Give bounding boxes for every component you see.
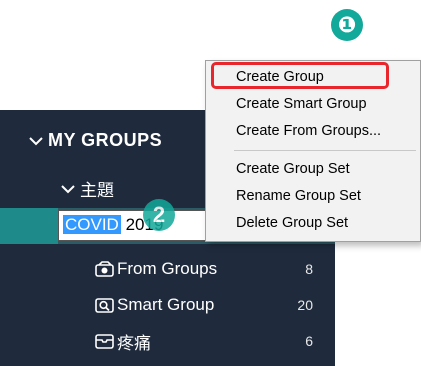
menu-item-delete-group-set[interactable]: Delete Group Set bbox=[206, 212, 420, 234]
group-count: 20 bbox=[297, 297, 313, 313]
rename-input[interactable]: COVID 2019 bbox=[58, 210, 210, 241]
rename-selected-text: COVID bbox=[63, 215, 121, 234]
chevron-down-icon[interactable] bbox=[28, 133, 44, 149]
step-badge-1: ❶ bbox=[331, 9, 363, 41]
group-count: 6 bbox=[305, 333, 313, 349]
menu-separator bbox=[234, 150, 416, 151]
step-badge-2: 2 bbox=[143, 199, 175, 231]
smart-group-icon bbox=[95, 296, 115, 314]
selection-accent bbox=[0, 208, 58, 244]
from-groups-icon bbox=[95, 260, 115, 278]
menu-item-create-group-set[interactable]: Create Group Set bbox=[206, 158, 420, 180]
chevron-down-icon[interactable] bbox=[60, 181, 76, 197]
sidebar-item-from-groups[interactable]: From Groups 8 bbox=[95, 254, 325, 284]
group-label: 疼痛 bbox=[117, 333, 151, 353]
group-label: Smart Group bbox=[117, 295, 215, 314]
section-title: MY GROUPS bbox=[48, 130, 163, 150]
menu-item-create-smart-group[interactable]: Create Smart Group bbox=[206, 93, 420, 115]
group-label: From Groups bbox=[117, 259, 218, 278]
group-set-folder[interactable]: 主題 bbox=[60, 176, 114, 201]
group-icon bbox=[95, 332, 115, 350]
folder-label: 主題 bbox=[80, 181, 114, 200]
menu-item-rename-group-set[interactable]: Rename Group Set bbox=[206, 185, 420, 207]
sidebar-item-smart-group[interactable]: Smart Group 20 bbox=[95, 290, 325, 320]
my-groups-header[interactable]: MY GROUPS bbox=[28, 130, 162, 151]
highlight-box bbox=[211, 62, 389, 89]
sidebar-item-pain[interactable]: 疼痛 6 bbox=[95, 326, 325, 356]
menu-item-create-from-groups[interactable]: Create From Groups... bbox=[206, 120, 420, 142]
group-count: 8 bbox=[305, 261, 313, 277]
